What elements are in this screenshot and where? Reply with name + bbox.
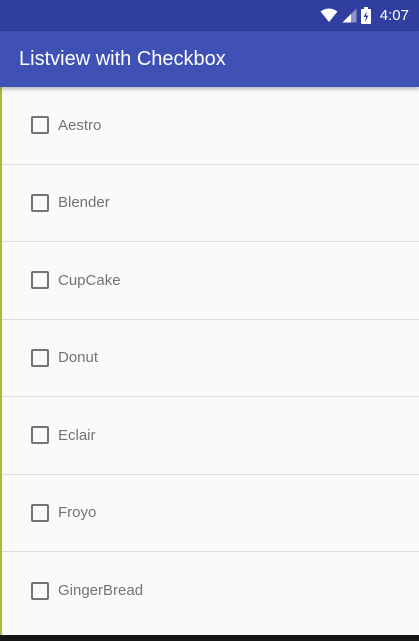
- list-item-label: Blender: [58, 194, 110, 212]
- status-icons: 4:07: [320, 0, 409, 31]
- list-item[interactable]: Donut: [2, 320, 419, 397]
- bottom-edge: [0, 635, 419, 641]
- list-item[interactable]: Eclair: [2, 397, 419, 475]
- status-time: 4:07: [379, 7, 409, 24]
- list-item-label: Eclair: [58, 426, 96, 444]
- list-item[interactable]: Aestro: [2, 87, 419, 165]
- list-item[interactable]: Blender: [2, 165, 419, 242]
- checkbox[interactable]: [31, 271, 49, 290]
- checkbox[interactable]: [31, 503, 49, 522]
- app-title: Listview with Checkbox: [19, 48, 226, 70]
- wifi-icon: [320, 8, 338, 23]
- list-item[interactable]: GingerBread: [2, 552, 419, 630]
- list-item-label: Donut: [58, 349, 99, 367]
- list-item-label: GingerBread: [58, 582, 144, 600]
- status-bar: 4:07: [0, 0, 419, 31]
- checkbox[interactable]: [31, 348, 49, 367]
- list-item-label: CupCake: [58, 271, 121, 289]
- checkbox[interactable]: [31, 193, 49, 212]
- list-item[interactable]: CupCake: [2, 242, 419, 320]
- checkbox-list[interactable]: Aestro Blender CupCake Donut Eclair Froy…: [2, 87, 419, 635]
- checkbox[interactable]: [31, 426, 49, 445]
- checkbox[interactable]: [31, 581, 49, 600]
- app-screen: 4:07 Listview with Checkbox Aestro Blend…: [0, 0, 419, 641]
- list-item-label: Aestro: [58, 116, 102, 134]
- checkbox[interactable]: [31, 116, 49, 135]
- battery-icon: [360, 7, 371, 24]
- app-bar: Listview with Checkbox: [0, 31, 419, 87]
- list-item-label: Froyo: [58, 504, 97, 522]
- list-item[interactable]: Froyo: [2, 475, 419, 552]
- cell-signal-icon: [342, 8, 357, 23]
